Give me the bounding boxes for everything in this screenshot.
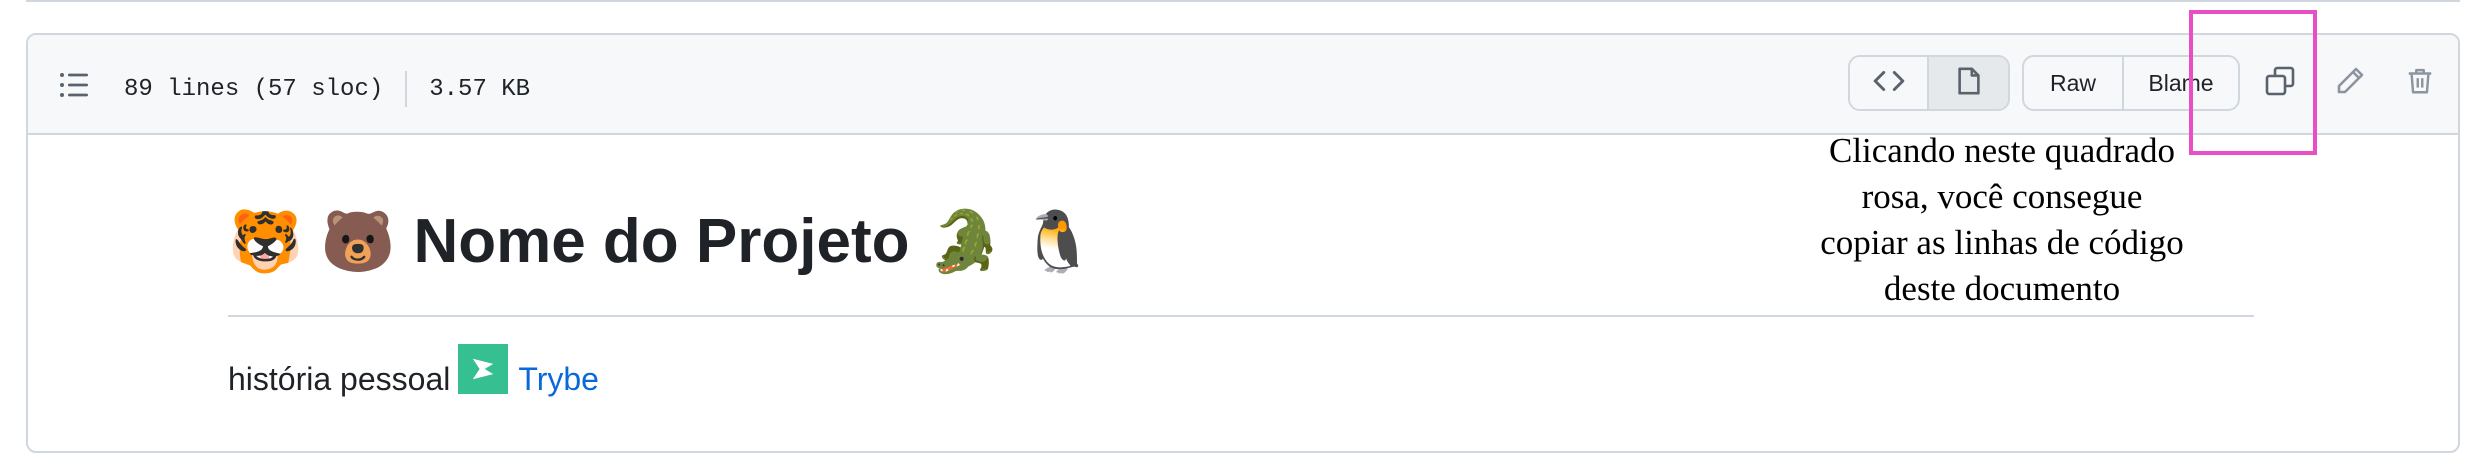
edit-button[interactable]: [2332, 65, 2368, 101]
annotation-line-4: deste documento: [1883, 269, 2121, 308]
pencil-icon: [2334, 65, 2366, 102]
tiger-icon: 🐯: [228, 207, 303, 275]
crocodile-icon: 🐊: [927, 207, 1003, 275]
title-text: Nome do Projeto: [413, 207, 910, 276]
info-divider: [405, 71, 408, 107]
file-header: 89 lines (57 sloc) 3.57 KB Raw Blame: [28, 35, 2458, 135]
title-underline: [228, 315, 2254, 317]
delete-button[interactable]: [2402, 65, 2438, 101]
list-icon[interactable]: [58, 69, 90, 101]
lines-count: 89 lines (57 sloc): [124, 75, 384, 103]
annotation-line-2: rosa, você consegue: [1861, 177, 2143, 216]
penguin-icon: 🐧: [1020, 207, 1095, 275]
paragraph-text: história pessoal: [228, 361, 451, 397]
readme-title: 🐯 🐻 Nome do Projeto 🐊 🐧: [228, 206, 1113, 277]
trash-icon: [2405, 66, 2435, 101]
file-icon: [1954, 66, 1984, 101]
code-icon: [1872, 64, 1906, 103]
file-size: 3.57 KB: [429, 75, 531, 103]
preview-view-button[interactable]: [1929, 57, 2008, 109]
trybe-link[interactable]: Trybe: [518, 361, 599, 398]
bear-icon: 🐻: [320, 207, 396, 275]
annotation-line-1: Clicando neste quadrado: [1828, 131, 2175, 170]
trybe-logo: [458, 344, 509, 394]
raw-button[interactable]: Raw: [2024, 57, 2124, 109]
readme-paragraph: história pessoal Trybe: [228, 344, 599, 398]
file-info: 89 lines (57 sloc) 3.57 KB: [124, 71, 530, 107]
copy-annotation: Clicando neste quadrado rosa, você conse…: [1772, 128, 2232, 312]
annotation-line-3: copiar as linhas de código: [1820, 223, 2184, 262]
view-toggle: [1848, 55, 2010, 111]
top-divider: [26, 0, 2460, 2]
code-view-button[interactable]: [1850, 57, 1930, 109]
